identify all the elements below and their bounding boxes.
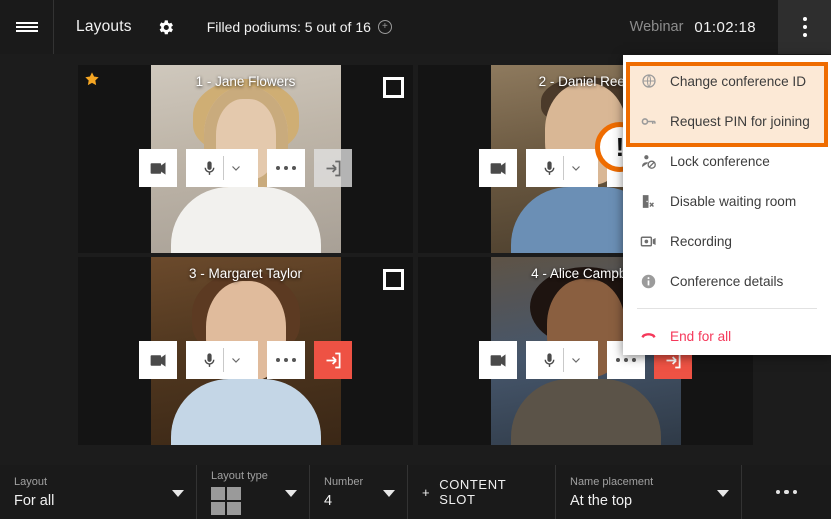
record-camera-icon	[640, 233, 657, 250]
participant-tile[interactable]: 3 - Margaret Taylor	[78, 257, 413, 445]
key-icon	[640, 113, 657, 130]
participant-name: 3 - Margaret Taylor	[188, 266, 303, 281]
page-title: Layouts	[76, 18, 132, 35]
caret-down-icon[interactable]	[172, 490, 184, 497]
bottom-toolbar: Layout For all Layout type Number 4 + CO…	[0, 465, 831, 519]
add-content-slot-button[interactable]: + CONTENT SLOT	[408, 465, 556, 519]
menu-divider	[637, 308, 817, 309]
chevron-down-icon[interactable]	[569, 353, 583, 367]
plus-icon: +	[422, 484, 431, 500]
microphone-icon[interactable]	[526, 341, 598, 379]
menu-item-label: Conference details	[670, 273, 784, 289]
globe-icon	[640, 73, 657, 90]
menu-item-request-pin[interactable]: Request PIN for joining	[623, 101, 831, 141]
ellipsis-icon[interactable]	[267, 341, 305, 379]
grid-2x2-icon	[211, 486, 295, 515]
menu-item-label: Recording	[670, 233, 732, 249]
more-options-button[interactable]	[742, 465, 831, 519]
menu-item-label: Lock conference	[670, 153, 770, 169]
filled-podiums-status: Filled podiums: 5 out of 16 +	[207, 19, 392, 35]
menu-item-recording[interactable]: Recording	[623, 221, 831, 261]
pinned-star-icon[interactable]	[84, 71, 100, 92]
menu-item-conference-details[interactable]: Conference details	[623, 261, 831, 301]
chevron-down-icon[interactable]	[229, 161, 243, 175]
number-label: Number	[324, 475, 364, 488]
layout-label: Layout	[14, 475, 48, 488]
exit-door-icon[interactable]	[314, 341, 352, 379]
video-camera-icon[interactable]	[139, 149, 177, 187]
menu-item-disable-waiting-room[interactable]: Disable waiting room	[623, 181, 831, 221]
chevron-down-icon[interactable]	[569, 161, 583, 175]
video-camera-icon[interactable]	[479, 149, 517, 187]
menu-item-label: End for all	[670, 328, 732, 344]
microphone-icon[interactable]	[186, 341, 258, 379]
layout-selector[interactable]: Layout For all	[0, 465, 197, 519]
name-placement-selector[interactable]: Name placement At the top	[556, 465, 742, 519]
caret-down-icon[interactable]	[717, 490, 729, 497]
app-root: Layouts Filled podiums: 5 out of 16 + We…	[0, 0, 831, 519]
top-header: Layouts Filled podiums: 5 out of 16 + We…	[0, 0, 831, 54]
video-camera-icon[interactable]	[139, 341, 177, 379]
hangup-phone-icon	[640, 328, 657, 345]
menu-item-label: Disable waiting room	[670, 193, 797, 209]
menu-item-change-conference-id[interactable]: Change conference ID	[623, 61, 831, 101]
header-right-group: Webinar 01:02:18	[630, 0, 831, 54]
participant-controls	[78, 341, 413, 379]
conference-timer: 01:02:18	[694, 18, 756, 36]
filled-podiums-text: Filled podiums: 5 out of 16	[206, 19, 371, 35]
name-placement-value: At the top	[570, 492, 633, 509]
person-lock-icon	[640, 153, 657, 170]
menu-item-end-for-all[interactable]: End for all	[623, 316, 831, 356]
layout-type-label: Layout type	[211, 469, 268, 482]
microphone-icon[interactable]	[186, 149, 258, 187]
menu-item-lock-conference[interactable]: Lock conference	[623, 141, 831, 181]
conference-mode-label: Webinar	[629, 19, 684, 35]
participant-select-checkbox[interactable]	[383, 269, 404, 290]
chevron-down-icon[interactable]	[229, 353, 243, 367]
door-x-icon	[640, 193, 657, 210]
caret-down-icon[interactable]	[285, 490, 297, 497]
hamburger-icon[interactable]	[0, 0, 54, 54]
name-placement-label: Name placement	[570, 475, 654, 488]
menu-item-label: Change conference ID	[670, 73, 807, 89]
conference-options-menu: Change conference ID Request PIN for joi…	[623, 55, 831, 355]
participant-tile[interactable]: 1 - Jane Flowers	[78, 65, 413, 253]
participant-select-checkbox[interactable]	[383, 77, 404, 98]
video-camera-icon[interactable]	[479, 341, 517, 379]
ellipsis-icon[interactable]	[267, 149, 305, 187]
question-mark-icon[interactable]: +	[377, 20, 392, 34]
participant-name: 1 - Jane Flowers	[195, 74, 296, 89]
gear-icon[interactable]	[156, 18, 175, 37]
caret-down-icon[interactable]	[383, 490, 395, 497]
number-selector[interactable]: Number 4	[310, 465, 408, 519]
ellipsis-icon	[775, 489, 798, 495]
microphone-icon[interactable]	[526, 149, 598, 187]
exit-door-icon[interactable]	[314, 149, 352, 187]
layout-type-selector[interactable]: Layout type	[197, 465, 310, 519]
participant-controls	[78, 149, 413, 187]
menu-item-label: Request PIN for joining	[670, 113, 810, 129]
content-slot-label: CONTENT SLOT	[439, 477, 506, 507]
kebab-menu-icon[interactable]	[778, 0, 831, 54]
info-icon	[640, 273, 657, 290]
layout-value: For all	[14, 492, 55, 509]
